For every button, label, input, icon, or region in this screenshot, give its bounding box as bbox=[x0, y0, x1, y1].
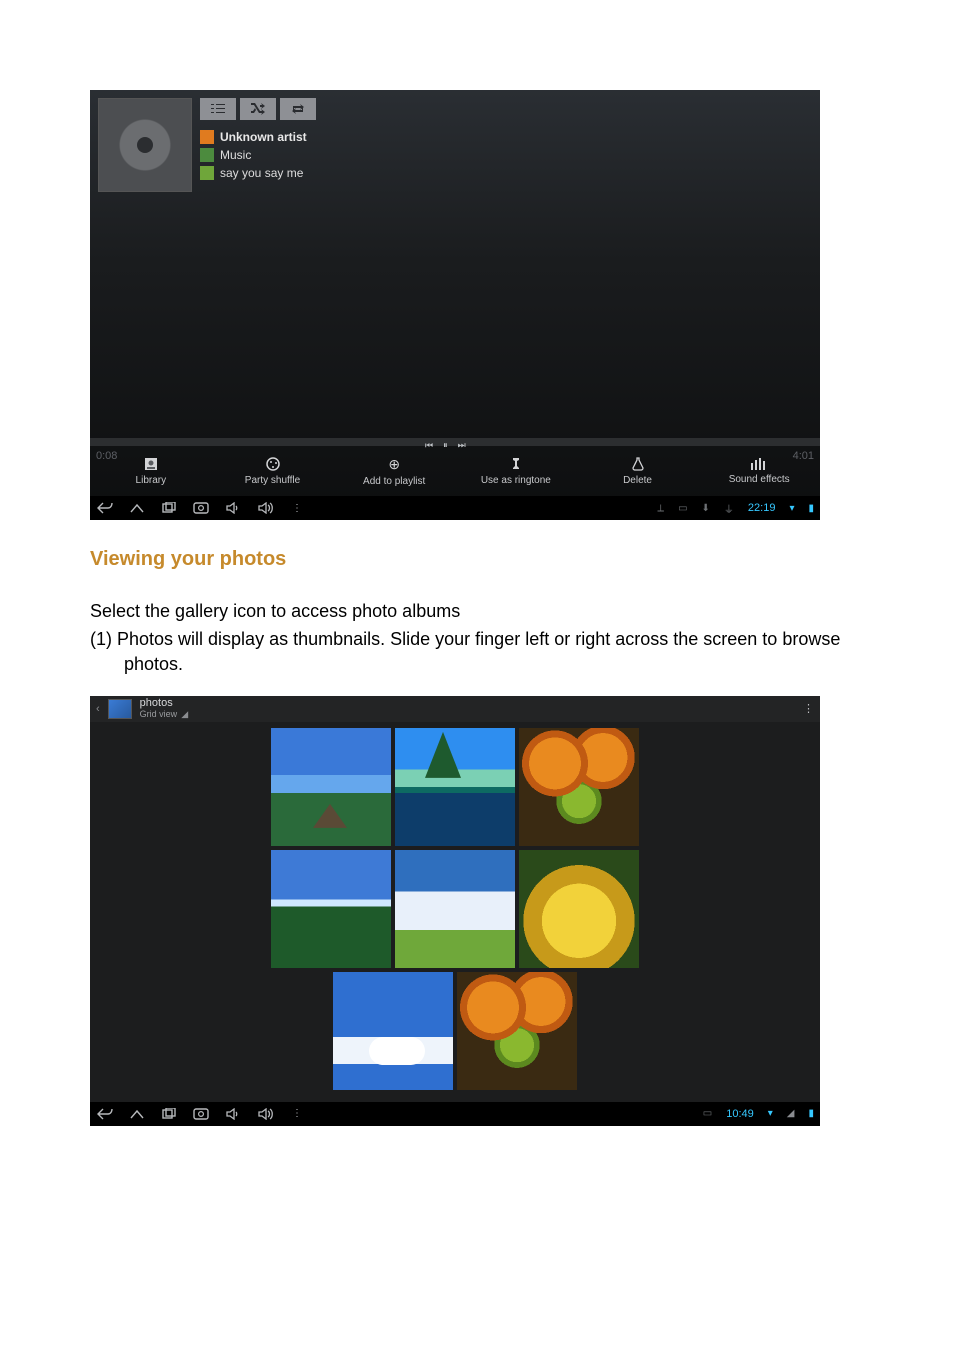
battery-icon: ▮ bbox=[808, 503, 814, 514]
photo-thumbnail[interactable] bbox=[519, 850, 639, 968]
track-icon bbox=[200, 166, 214, 180]
add-icon: ⊕ bbox=[388, 456, 400, 473]
screenshot-nav-icon[interactable] bbox=[192, 1107, 210, 1121]
party-shuffle-label: Party shuffle bbox=[245, 475, 300, 486]
photo-thumbnail[interactable] bbox=[519, 728, 639, 846]
photo-grid bbox=[90, 726, 820, 1102]
shuffle-icon bbox=[251, 103, 265, 115]
photo-thumbnail[interactable] bbox=[395, 850, 515, 968]
section-heading: Viewing your photos bbox=[90, 548, 864, 571]
wifi-icon: ▾ bbox=[768, 1108, 773, 1119]
sound-effects-label: Sound effects bbox=[729, 474, 790, 485]
album-icon bbox=[200, 148, 214, 162]
add-playlist-action[interactable]: ⊕ Add to playlist bbox=[333, 448, 455, 494]
ringtone-icon bbox=[508, 456, 524, 472]
recent-nav-icon[interactable] bbox=[160, 1107, 178, 1121]
party-shuffle-action[interactable]: Party shuffle bbox=[212, 448, 334, 494]
list-icon bbox=[211, 103, 225, 115]
recent-nav-icon[interactable] bbox=[160, 501, 178, 515]
music-player-screenshot: Unknown artist Music say you say me ⏮ ⏸ … bbox=[90, 90, 820, 520]
artist-name: Unknown artist bbox=[220, 130, 307, 144]
equalizer-icon bbox=[750, 457, 768, 471]
photo-thumbnail[interactable] bbox=[271, 728, 391, 846]
vol-down-icon[interactable] bbox=[224, 501, 242, 515]
queue-button[interactable] bbox=[200, 98, 236, 120]
photo-thumbnail[interactable] bbox=[333, 972, 453, 1090]
chevron-down-icon: ◢ bbox=[181, 709, 188, 719]
list-prefix: (1) bbox=[90, 629, 117, 649]
repeat-button[interactable] bbox=[280, 98, 316, 120]
player-mode-buttons bbox=[200, 98, 316, 120]
status-sd-icon: ▭ bbox=[703, 1108, 712, 1119]
body-line-2: (1) Photos will display as thumbnails. S… bbox=[90, 627, 864, 676]
status-sd-icon: ▭ bbox=[678, 503, 687, 514]
gallery-top-bar: ‹ photos Grid view◢ ⋮ bbox=[90, 696, 820, 722]
library-icon bbox=[143, 456, 159, 472]
album-name: Music bbox=[220, 148, 251, 162]
home-nav-icon[interactable] bbox=[128, 501, 146, 515]
overflow-icon[interactable]: ⋮ bbox=[288, 1107, 306, 1121]
delete-label: Delete bbox=[623, 475, 652, 486]
repeat-icon bbox=[291, 103, 305, 115]
document-page: Unknown artist Music say you say me ⏮ ⏸ … bbox=[0, 0, 954, 1186]
status-bt-icon: ⟂ bbox=[657, 503, 664, 514]
photo-thumbnail[interactable] bbox=[457, 972, 577, 1090]
status-clock: 10:49 bbox=[726, 1108, 754, 1120]
library-label: Library bbox=[136, 475, 167, 486]
back-nav-icon[interactable] bbox=[96, 1107, 114, 1121]
vol-down-icon[interactable] bbox=[224, 1107, 242, 1121]
photo-thumbnail[interactable] bbox=[395, 728, 515, 846]
add-playlist-label: Add to playlist bbox=[363, 476, 425, 487]
artist-icon bbox=[200, 130, 214, 144]
screenshot-nav-icon[interactable] bbox=[192, 501, 210, 515]
status-dl-icon: ⬇ bbox=[702, 503, 710, 514]
battery-icon: ▮ bbox=[808, 1108, 814, 1119]
home-nav-icon[interactable] bbox=[128, 1107, 146, 1121]
vol-up-icon[interactable] bbox=[256, 501, 274, 515]
list-text: Photos will display as thumbnails. Slide… bbox=[117, 629, 840, 673]
system-bar: ⋮ ⟂ ▭ ⬇ ⏚ 22:19 ▾ ▮ bbox=[90, 496, 820, 520]
body-line-1: Select the gallery icon to access photo … bbox=[90, 599, 864, 623]
status-usb-icon: ⏚ bbox=[724, 501, 734, 516]
back-chevron-icon[interactable]: ‹ bbox=[96, 703, 100, 715]
context-action-row: Library Party shuffle ⊕ Add to playlist … bbox=[90, 448, 820, 494]
gallery-screenshot: ‹ photos Grid view◢ ⋮ bbox=[90, 696, 820, 1126]
signal-icon: ◢ bbox=[787, 1108, 795, 1119]
party-shuffle-icon bbox=[265, 456, 281, 472]
library-action[interactable]: Library bbox=[90, 448, 212, 494]
back-nav-icon[interactable] bbox=[96, 501, 114, 515]
track-metadata: Unknown artist Music say you say me bbox=[200, 126, 307, 184]
gallery-title: photos bbox=[140, 697, 173, 709]
use-ringtone-label: Use as ringtone bbox=[481, 475, 551, 486]
track-name: say you say me bbox=[220, 166, 303, 180]
system-bar: ⋮ ▭ 10:49 ▾ ◢ ▮ bbox=[90, 1102, 820, 1126]
gallery-title-block[interactable]: photos Grid view◢ bbox=[140, 697, 188, 720]
shuffle-button[interactable] bbox=[240, 98, 276, 120]
album-art-placeholder bbox=[98, 98, 192, 192]
wifi-icon: ▾ bbox=[789, 503, 794, 514]
use-ringtone-action[interactable]: Use as ringtone bbox=[455, 448, 577, 494]
overflow-menu-icon[interactable]: ⋮ bbox=[803, 702, 814, 715]
status-clock: 22:19 bbox=[748, 502, 776, 514]
overflow-icon[interactable]: ⋮ bbox=[288, 501, 306, 515]
photo-thumbnail[interactable] bbox=[271, 850, 391, 968]
album-thumb[interactable] bbox=[108, 699, 132, 719]
sound-effects-action[interactable]: Sound effects bbox=[698, 448, 820, 494]
gallery-subtitle: Grid view◢ bbox=[140, 709, 188, 720]
delete-action[interactable]: Delete bbox=[577, 448, 699, 494]
vol-up-icon[interactable] bbox=[256, 1107, 274, 1121]
delete-icon bbox=[630, 456, 646, 472]
